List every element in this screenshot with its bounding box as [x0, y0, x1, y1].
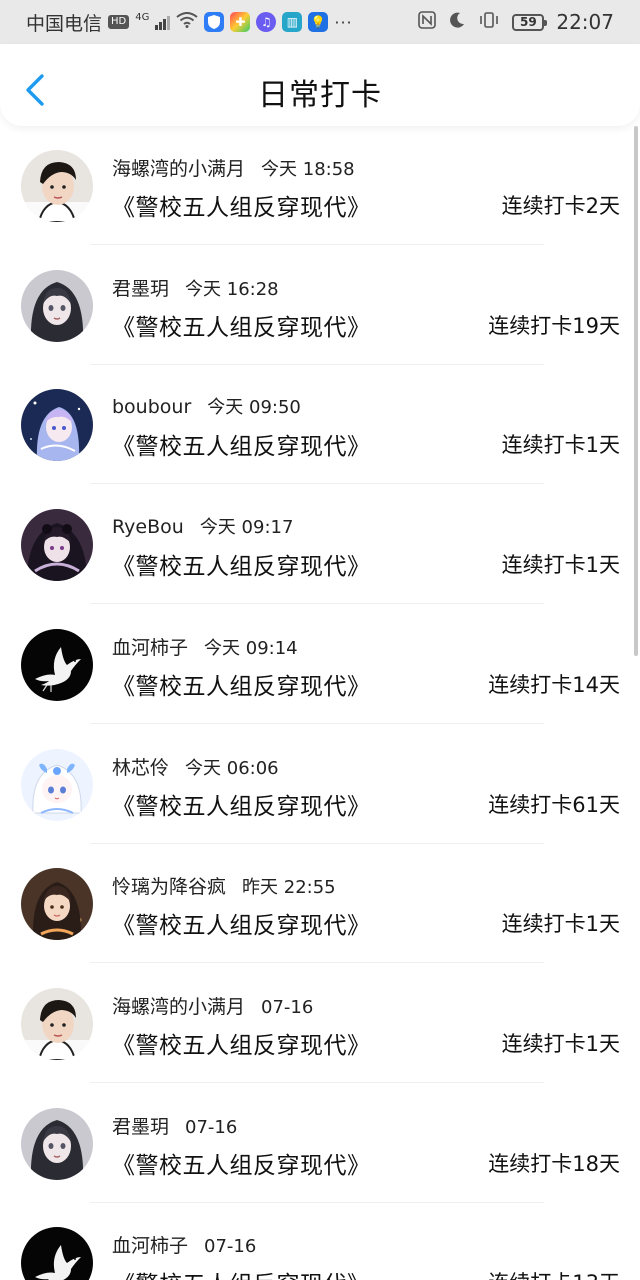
battery-icon: 59 — [512, 13, 548, 31]
user-name[interactable]: RyeBou — [112, 516, 184, 538]
divider — [90, 1082, 544, 1083]
divider — [90, 483, 544, 484]
vibrate-icon — [478, 11, 500, 34]
book-title[interactable]: 《警校五人组反穿现代》 — [112, 1146, 371, 1180]
avatar[interactable] — [21, 988, 93, 1060]
checkin-list: 海螺湾的小满月 今天 18:58 《警校五人组反穿现代》 连续打卡2天 君墨玥 今天 16… — [0, 126, 640, 1280]
streak-label: 连续打卡1天 — [501, 1032, 620, 1056]
shield-app-icon — [204, 12, 225, 32]
music-app-icon: ♫ — [256, 12, 277, 32]
avatar[interactable] — [21, 868, 93, 940]
book-title[interactable]: 《警校五人组反穿现代》 — [112, 427, 371, 461]
clock-time: 22:07 — [556, 10, 614, 34]
checkin-row[interactable]: 海螺湾的小满月 07-16 《警校五人组反穿现代》 连续打卡1天 — [0, 964, 640, 1083]
scrollbar[interactable] — [634, 126, 638, 656]
streak-label: 连续打卡13天 — [488, 1267, 620, 1280]
status-bar: 中国电信 HD 4G ✚ ♫ ▥ 💡 ··· 59 22:07 — [0, 0, 640, 44]
book-title[interactable]: 《警校五人组反穿现代》 — [112, 308, 371, 342]
checkin-time: 07-16 — [204, 1236, 257, 1257]
streak-label: 连续打卡1天 — [501, 433, 620, 457]
checkin-row[interactable]: 血河柿子 07-16 《警校五人组反穿现代》 连续打卡13天 — [0, 1203, 640, 1280]
streak-label: 连续打卡19天 — [488, 314, 620, 338]
checkin-time: 07-16 — [185, 1117, 238, 1138]
divider — [90, 723, 544, 724]
checkin-row[interactable]: boubour 今天 09:50 《警校五人组反穿现代》 连续打卡1天 — [0, 365, 640, 484]
checkin-meta: 君墨玥 今天 16:28 — [112, 274, 279, 301]
divider — [90, 244, 544, 245]
checkin-meta: 怜璃为降谷疯 昨天 22:55 — [112, 872, 336, 899]
book-title[interactable]: 《警校五人组反穿现代》 — [112, 1265, 371, 1280]
checkin-row[interactable]: 血河柿子 今天 09:14 《警校五人组反穿现代》 连续打卡14天 — [0, 605, 640, 724]
nfc-icon — [418, 10, 437, 34]
user-name[interactable]: 血河柿子 — [112, 637, 188, 659]
streak-label: 连续打卡1天 — [501, 912, 620, 936]
book-title[interactable]: 《警校五人组反穿现代》 — [112, 1026, 371, 1060]
checkin-time: 今天 09:50 — [207, 397, 301, 418]
avatar[interactable] — [21, 389, 93, 461]
checkin-row[interactable]: RyeBou 今天 09:17 《警校五人组反穿现代》 连续打卡1天 — [0, 485, 640, 604]
user-name[interactable]: boubour — [112, 396, 191, 418]
user-name[interactable]: 林芯伶 — [112, 757, 169, 779]
user-name[interactable]: 海螺湾的小满月 — [112, 158, 245, 180]
checkin-meta: 血河柿子 今天 09:14 — [112, 633, 298, 660]
avatar[interactable] — [21, 629, 93, 701]
book-app-icon: ▥ — [282, 12, 303, 32]
nav-header: 日常打卡 — [0, 44, 640, 126]
book-title[interactable]: 《警校五人组反穿现代》 — [112, 188, 371, 222]
checkin-row[interactable]: 海螺湾的小满月 今天 18:58 《警校五人组反穿现代》 连续打卡2天 — [0, 126, 640, 245]
moon-icon — [448, 11, 466, 34]
checkin-time: 今天 09:14 — [204, 638, 298, 659]
bulb-app-icon: 💡 — [308, 12, 329, 32]
book-title[interactable]: 《警校五人组反穿现代》 — [112, 547, 371, 581]
checkin-row[interactable]: 君墨玥 今天 16:28 《警校五人组反穿现代》 连续打卡19天 — [0, 246, 640, 365]
user-name[interactable]: 血河柿子 — [112, 1235, 188, 1257]
checkin-meta: 君墨玥 07-16 — [112, 1112, 237, 1139]
checkin-meta: 海螺湾的小满月 07-16 — [112, 992, 313, 1019]
carrier-label: 中国电信 — [26, 12, 103, 35]
divider — [90, 603, 544, 604]
checkin-row[interactable]: 君墨玥 07-16 《警校五人组反穿现代》 连续打卡18天 — [0, 1084, 640, 1203]
avatar[interactable] — [21, 509, 93, 581]
avatar[interactable] — [21, 1108, 93, 1180]
network-type: 4G — [135, 12, 150, 23]
book-title[interactable]: 《警校五人组反穿现代》 — [112, 787, 371, 821]
checkin-time: 今天 06:06 — [185, 758, 279, 779]
checkin-meta: 海螺湾的小满月 今天 18:58 — [112, 154, 355, 181]
checkin-time: 今天 16:28 — [185, 279, 279, 300]
checkin-time: 今天 09:17 — [199, 517, 294, 538]
book-title[interactable]: 《警校五人组反穿现代》 — [112, 667, 371, 701]
wifi-icon — [176, 11, 198, 33]
checkin-row[interactable]: 林芯伶 今天 06:06 《警校五人组反穿现代》 连续打卡61天 — [0, 725, 640, 844]
avatar[interactable] — [21, 270, 93, 342]
more-dots-icon: ··· — [334, 12, 353, 32]
user-name[interactable]: 海螺湾的小满月 — [112, 996, 245, 1018]
signal-icon — [155, 14, 171, 30]
checkin-meta: boubour 今天 09:50 — [112, 393, 301, 419]
checkin-time: 昨天 22:55 — [242, 877, 336, 898]
checkin-meta: RyeBou 今天 09:17 — [112, 513, 293, 539]
avatar[interactable] — [21, 150, 93, 222]
divider — [90, 962, 544, 963]
streak-label: 连续打卡61天 — [488, 793, 620, 817]
checkin-meta: 林芯伶 今天 06:06 — [112, 753, 279, 780]
checkin-meta: 血河柿子 07-16 — [112, 1231, 256, 1258]
colorful-app-icon: ✚ — [230, 12, 251, 32]
book-title[interactable]: 《警校五人组反穿现代》 — [112, 906, 371, 940]
checkin-row[interactable]: 怜璃为降谷疯 昨天 22:55 《警校五人组反穿现代》 连续打卡1天 — [0, 844, 640, 963]
streak-label: 连续打卡1天 — [501, 553, 620, 577]
user-name[interactable]: 君墨玥 — [112, 1116, 169, 1138]
avatar[interactable] — [21, 1227, 93, 1280]
streak-label: 连续打卡2天 — [501, 194, 620, 218]
hd-badge: HD — [108, 15, 130, 29]
avatar[interactable] — [21, 749, 93, 821]
streak-label: 连续打卡18天 — [488, 1152, 620, 1176]
user-name[interactable]: 怜璃为降谷疯 — [112, 876, 226, 898]
page-title: 日常打卡 — [258, 78, 382, 113]
checkin-time: 今天 18:58 — [261, 159, 355, 180]
checkin-time: 07-16 — [261, 997, 314, 1018]
streak-label: 连续打卡14天 — [488, 673, 620, 697]
user-name[interactable]: 君墨玥 — [112, 278, 169, 300]
